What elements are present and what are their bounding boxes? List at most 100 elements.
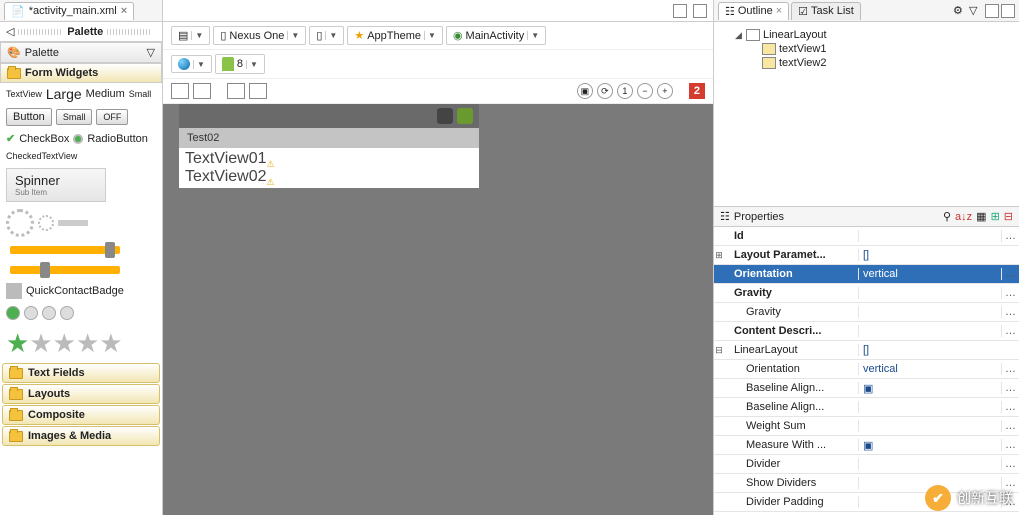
widget-ratingbar[interactable]: ★ ★ ★ ★ ★ [0, 328, 162, 358]
palette-section-images-media[interactable]: Images & Media [2, 426, 160, 446]
expand-icon[interactable]: ⊞ [991, 210, 1000, 223]
maximize-icon[interactable] [1001, 4, 1015, 18]
theme-chooser[interactable]: ★AppTheme▼ [347, 26, 443, 45]
collapse-icon[interactable]: ⊟ [1004, 210, 1013, 223]
expand-width-icon[interactable] [227, 83, 245, 99]
device-chooser[interactable]: ▯Nexus One▼ [213, 26, 306, 45]
radio-group-row[interactable] [0, 302, 162, 324]
widget-toggle-off[interactable]: OFF [96, 109, 128, 125]
tree-node-textview2[interactable]: textView2 [718, 56, 1015, 70]
expand-height-icon[interactable] [249, 83, 267, 99]
property-row[interactable]: Baseline Align...▣… [714, 379, 1019, 398]
editor-tab-activity-main[interactable]: 📄 *activity_main.xml × [4, 2, 134, 20]
tree-node-textview1[interactable]: textView1 [718, 42, 1015, 56]
spinner-large-icon[interactable] [6, 209, 34, 237]
property-more-button[interactable]: … [1001, 382, 1019, 394]
view-menu-icon[interactable]: ⚙ [953, 4, 967, 18]
expand-toggle-icon[interactable]: ⊞ [714, 250, 724, 261]
orientation-chooser[interactable]: ▯▼ [309, 26, 344, 45]
outline-icon: ☷ [725, 5, 735, 18]
property-more-button[interactable]: … [1001, 306, 1019, 318]
property-row[interactable]: Gravity… [714, 284, 1019, 303]
spinner-small-icon[interactable] [38, 215, 54, 231]
radio-icon [73, 134, 83, 144]
property-value[interactable]: ▣ [859, 439, 1001, 452]
widget-button[interactable]: Button [6, 108, 52, 126]
property-row[interactable]: Weight Sum… [714, 417, 1019, 436]
widget-small-button[interactable]: Small [56, 109, 93, 125]
locale-chooser[interactable]: ▼ [171, 55, 212, 73]
property-more-button[interactable]: … [1001, 420, 1019, 432]
widget-checkbox[interactable]: CheckBox [19, 133, 69, 145]
property-row[interactable]: Divider… [714, 455, 1019, 474]
property-more-button[interactable]: … [1001, 230, 1019, 242]
minimize-icon[interactable] [673, 4, 687, 18]
chevron-down-icon[interactable]: ▽ [969, 4, 983, 18]
minimize-icon[interactable] [985, 4, 999, 18]
property-value[interactable]: vertical [859, 268, 1001, 280]
zoom-in-icon[interactable]: + [657, 83, 673, 99]
activity-chooser[interactable]: ◉MainActivity▼ [446, 26, 546, 45]
widget-seekbar-1[interactable] [10, 246, 120, 254]
zoom-100-icon[interactable]: 1 [617, 83, 633, 99]
palette-section-text-fields[interactable]: Text Fields [2, 363, 160, 383]
checkedtextview-row[interactable]: CheckedTextView [0, 148, 162, 164]
filter-icon[interactable]: ⚲ [943, 210, 951, 223]
tab-tasklist[interactable]: ☑ Task List [791, 2, 861, 20]
close-icon[interactable]: × [121, 5, 127, 17]
widget-large[interactable]: Large [46, 86, 82, 102]
property-row[interactable]: Content Descri...… [714, 322, 1019, 341]
design-canvas[interactable]: Test02 TextView01 TextView02 [163, 104, 713, 515]
palette-section-layouts[interactable]: Layouts [2, 384, 160, 404]
config-chooser[interactable]: ▤▼ [171, 26, 210, 45]
property-row[interactable]: Gravity… [714, 303, 1019, 322]
property-value[interactable]: [] [859, 344, 1001, 356]
property-row[interactable]: Orientationvertical… [714, 360, 1019, 379]
widget-small[interactable]: Small [129, 89, 152, 99]
tree-node-linearlayout[interactable]: ◢ LinearLayout [718, 28, 1015, 42]
property-more-button[interactable]: … [1001, 325, 1019, 337]
az-sort-icon[interactable]: a↓z [955, 211, 972, 223]
palette-dropdown[interactable]: 🎨 Palette ▽ [0, 42, 162, 63]
property-row[interactable]: Orientationvertical… [714, 265, 1019, 284]
layout-mode-icon[interactable] [171, 83, 189, 99]
maximize-icon[interactable] [693, 4, 707, 18]
property-value[interactable]: vertical [859, 363, 1001, 375]
toggle-icon[interactable]: ▦ [976, 210, 986, 223]
property-more-button[interactable]: … [1001, 287, 1019, 299]
property-row[interactable]: Baseline Align...… [714, 398, 1019, 417]
close-icon[interactable]: × [776, 5, 782, 17]
api-chooser[interactable]: 8▼ [215, 54, 265, 74]
textview-2[interactable]: TextView02 [185, 168, 473, 186]
textview-1[interactable]: TextView01 [185, 150, 473, 168]
palette-section-composite[interactable]: Composite [2, 405, 160, 425]
property-row[interactable]: Id… [714, 227, 1019, 246]
property-more-button[interactable]: … [1001, 363, 1019, 375]
palette-section-form-widgets[interactable]: Form Widgets [0, 63, 162, 83]
zoom-out-icon[interactable]: − [637, 83, 653, 99]
widget-textview[interactable]: TextView [6, 89, 42, 99]
triangle-icon[interactable]: ◁ [6, 25, 14, 38]
property-more-button[interactable]: … [1001, 439, 1019, 451]
widget-seekbar-2[interactable] [10, 266, 120, 274]
collapse-icon[interactable]: ◢ [734, 31, 743, 40]
expand-toggle-icon[interactable]: ⊟ [714, 345, 724, 356]
widget-radiobutton[interactable]: RadioButton [87, 133, 148, 145]
zoom-fit-icon[interactable]: ▣ [577, 83, 593, 99]
property-value[interactable]: ▣ [859, 382, 1001, 395]
widget-spinner[interactable]: Spinner Sub Item [6, 168, 106, 202]
lint-errors-badge[interactable]: 2 [689, 83, 705, 99]
widget-medium[interactable]: Medium [86, 88, 125, 100]
property-more-button[interactable]: … [1001, 401, 1019, 413]
progress-horizontal-icon[interactable] [58, 220, 88, 226]
property-row[interactable]: ⊞Layout Paramet...[] [714, 246, 1019, 265]
quickcontact-row[interactable]: QuickContactBadge [0, 280, 162, 302]
tab-outline[interactable]: ☷ Outline × [718, 2, 789, 20]
property-value[interactable]: [] [859, 249, 1001, 261]
layout-mode-icon[interactable] [193, 83, 211, 99]
property-more-button[interactable]: … [1001, 458, 1019, 470]
property-more-button[interactable]: … [1001, 268, 1019, 280]
zoom-reset-icon[interactable]: ⟳ [597, 83, 613, 99]
property-row[interactable]: ⊟LinearLayout[] [714, 341, 1019, 360]
property-row[interactable]: Measure With ...▣… [714, 436, 1019, 455]
